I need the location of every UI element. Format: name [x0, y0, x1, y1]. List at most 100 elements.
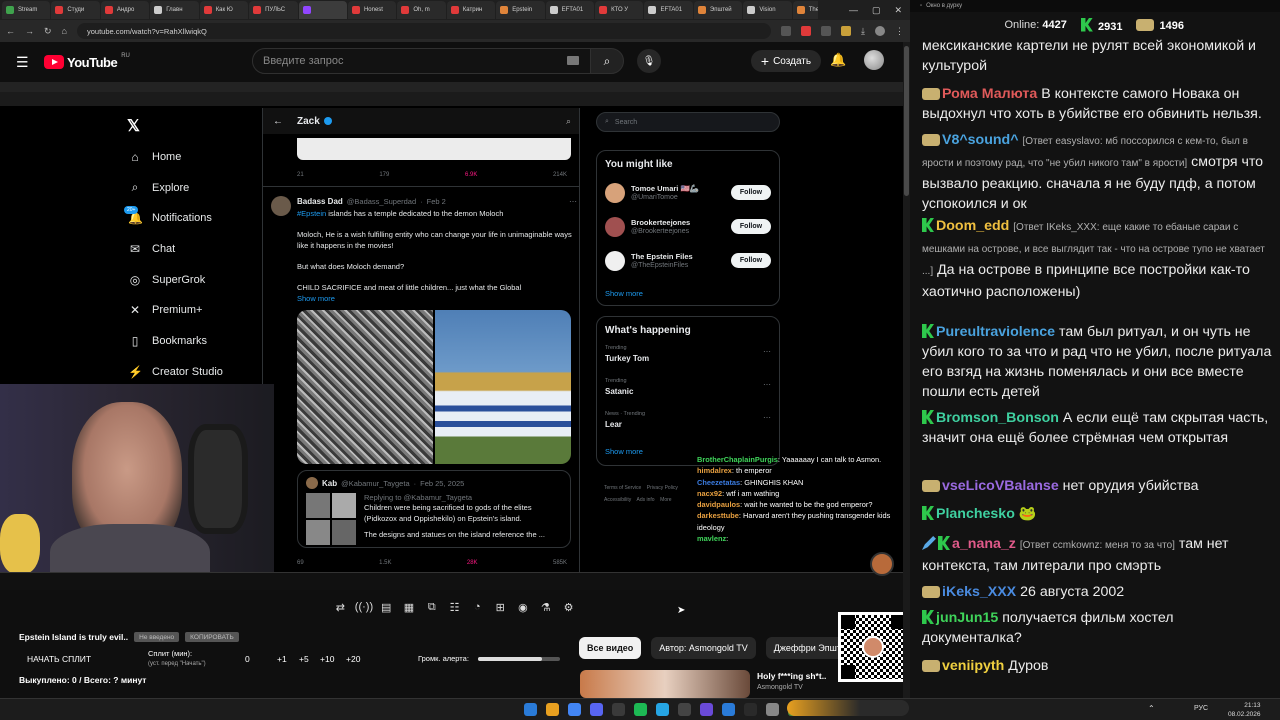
chapters-icon[interactable]: ▦	[401, 601, 418, 614]
reload-icon[interactable]: ↻	[44, 26, 52, 37]
browser-tab[interactable]: Epstein	[496, 1, 545, 19]
extension-icon[interactable]	[821, 26, 832, 36]
back-arrow-icon[interactable]: ←	[273, 116, 283, 127]
view-count[interactable]: 214K	[553, 172, 567, 178]
back-icon[interactable]: ←	[6, 26, 15, 36]
loop-icon[interactable]: ⇄	[332, 601, 349, 614]
file-explorer-icon[interactable]	[546, 703, 559, 716]
browser-tab[interactable]: Vision	[743, 1, 792, 19]
start-split-button[interactable]: НАЧАТЬ СПЛИТ	[27, 654, 91, 664]
split-plus-10-button[interactable]: +10	[320, 654, 334, 664]
chat-username[interactable]: Рома Малюта	[942, 86, 1037, 102]
video-player[interactable]: 𝕏 ← Zack ⌕ 21 179 6.9K 214K Badass Dad @…	[0, 82, 910, 590]
split-plus-20-button[interactable]: +20	[346, 654, 360, 664]
browser-tab[interactable]: Honest	[347, 1, 397, 19]
tray-chevron-icon[interactable]: ⌃	[1148, 704, 1155, 713]
x-nav-notifications[interactable]: 🔔 Notifications	[128, 211, 212, 225]
view-count[interactable]: 585K	[553, 560, 567, 566]
edge-icon[interactable]	[722, 703, 735, 716]
home-icon[interactable]: ⌂	[62, 26, 67, 36]
split-plus-5-button[interactable]: +5	[299, 654, 309, 664]
split-value-0[interactable]: 0	[245, 654, 250, 664]
extension-icon[interactable]	[841, 26, 852, 36]
chat-username[interactable]: junJun15	[936, 610, 998, 626]
more-icon[interactable]: ⋯	[569, 197, 577, 206]
reply-count[interactable]: 69	[297, 560, 304, 566]
browser-tab[interactable]: EFTA01	[545, 1, 595, 19]
search-input[interactable]: Введите запрос	[252, 48, 592, 74]
steam-icon[interactable]	[612, 703, 625, 716]
add-icon[interactable]: ⊞	[492, 601, 509, 614]
browser-tab[interactable]: Эпштей	[693, 1, 743, 19]
browser-tab[interactable]: Катрин	[446, 1, 496, 19]
chat-scroll-thumb[interactable]	[904, 46, 909, 196]
speed-icon[interactable]: ◔	[469, 601, 486, 613]
browser-tab[interactable]: Студи	[51, 1, 100, 19]
more-icon[interactable]: ⋯	[763, 413, 771, 422]
browser-tab[interactable]: Как Ю	[199, 1, 249, 19]
browser-tab[interactable]: Андро	[100, 1, 150, 19]
browser-tab[interactable]: ПУЛЬС	[249, 1, 298, 19]
tweet-handle[interactable]: @Badass_Superdad	[347, 197, 416, 206]
x-nav-explore[interactable]: ⌕ Explore	[128, 180, 190, 195]
trend-topic[interactable]: Satanic	[605, 387, 633, 396]
minimize-icon[interactable]: —	[849, 5, 858, 15]
chip-author[interactable]: Автор: Asmongold TV	[651, 637, 756, 659]
chrome-icon[interactable]	[568, 703, 581, 716]
more-icon[interactable]: ⋯	[763, 380, 771, 389]
app-icon[interactable]	[700, 703, 713, 716]
voice-search-button[interactable]: 🎙	[637, 49, 661, 73]
search-icon[interactable]: ⌕	[566, 116, 571, 127]
show-more-link[interactable]: Show more	[297, 293, 573, 304]
tweet-avatar[interactable]	[271, 196, 291, 216]
url-field[interactable]: youtube.com/watch?v=RahXllwiqkQ	[76, 23, 772, 39]
not-entered-badge[interactable]: Не введено	[134, 632, 180, 642]
hashtag-link[interactable]: #Epstein	[297, 209, 326, 218]
youtube-logo[interactable]: YouTube RU	[44, 53, 130, 70]
playlist-icon[interactable]: ▤	[378, 601, 395, 614]
screenshot-icon[interactable]: ◉	[515, 601, 532, 614]
chat-username[interactable]: Bromson_Bonson	[936, 410, 1059, 426]
chat-username[interactable]: Planchesko	[936, 506, 1015, 522]
chat-username[interactable]: a_nana_z	[952, 536, 1016, 552]
browser-tab[interactable]	[298, 1, 347, 19]
notifications-bell-icon[interactable]: 🔔	[830, 52, 846, 68]
x-nav-premium[interactable]: ✕ Premium+	[128, 303, 202, 317]
user-avatar[interactable]	[864, 50, 884, 70]
browser-tab[interactable]: EFTA01	[644, 1, 693, 19]
settings-gear-icon[interactable]: ⚙	[560, 601, 577, 614]
show-more-link[interactable]: Show more	[605, 289, 643, 298]
chip-all-videos[interactable]: Все видео	[579, 637, 642, 659]
tweet-media[interactable]	[297, 310, 571, 464]
follow-button[interactable]: Follow	[731, 253, 771, 268]
alert-volume-slider[interactable]	[478, 657, 560, 661]
x-nav-supergrok[interactable]: ◎ SuperGrok	[128, 273, 205, 287]
suggestion-name[interactable]: Tomoe Umari 🇺🇸🦾	[631, 184, 699, 193]
more-icon[interactable]: ⋯	[763, 347, 771, 356]
discord-icon[interactable]	[590, 703, 603, 716]
split-plus-1-button[interactable]: +1	[277, 654, 287, 664]
browser-tab[interactable]: КТО У	[595, 1, 644, 19]
chat-username[interactable]: Pureultraviolence	[936, 324, 1055, 340]
show-more-link[interactable]: Show more	[605, 447, 643, 456]
x-nav-home[interactable]: ⌂ Home	[128, 150, 181, 164]
follow-button[interactable]: Follow	[731, 219, 771, 234]
like-count[interactable]: 6.9K	[465, 172, 477, 178]
x-nav-bookmarks[interactable]: ▯ Bookmarks	[128, 334, 207, 348]
accessibility-link[interactable]: Accessibility	[604, 497, 631, 503]
more-link[interactable]: More	[660, 497, 671, 503]
close-window-icon[interactable]: ✕	[894, 5, 902, 16]
download-icon[interactable]: ⤓	[861, 26, 865, 37]
extension-icon[interactable]	[801, 26, 812, 36]
telegram-icon[interactable]	[656, 703, 669, 716]
copy-button[interactable]: КОПИРОВАТЬ	[185, 632, 239, 642]
create-button[interactable]: + Создать	[751, 50, 821, 72]
media-widget[interactable]	[787, 700, 909, 716]
x-nav-chat[interactable]: ✉ Chat	[128, 242, 175, 256]
maximize-icon[interactable]: ▢	[872, 5, 881, 16]
recommended-channel[interactable]: Asmongold TV	[757, 684, 803, 691]
extension-icon[interactable]	[781, 26, 792, 36]
language-indicator[interactable]: РУС	[1194, 705, 1208, 712]
temple-photo-image[interactable]	[435, 310, 571, 464]
audio-icon[interactable]: ((·))	[355, 601, 373, 613]
